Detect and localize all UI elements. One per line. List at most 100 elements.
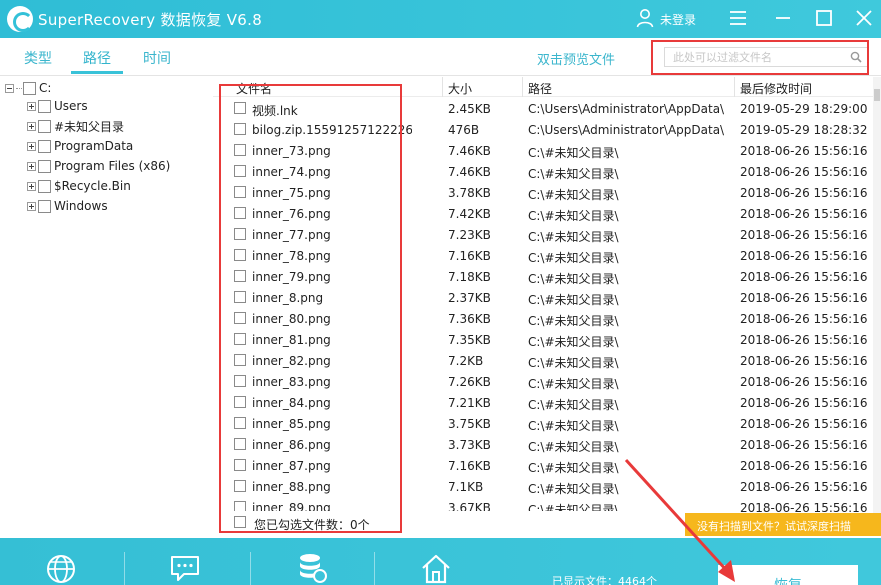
expand-icon[interactable] — [27, 181, 36, 191]
column-header-size[interactable]: 大小 — [448, 80, 472, 97]
table-row[interactable]: inner_82.png 7.2KB C:\#未知父目录\ 2018-06-26 15… — [213, 350, 873, 371]
table-row[interactable]: inner_88.png 7.1KB C:\#未知父目录\ 2018-06-26 15… — [213, 476, 873, 497]
file-path-cell: C:\#未知父目录\ — [528, 482, 619, 496]
table-row[interactable]: inner_76.png 7.42KB C:\#未知父目录\ 2018-06-26 1… — [213, 203, 873, 224]
row-checkbox[interactable] — [234, 333, 246, 345]
super-recovery-window: SuperRecovery 数据恢复 V6.8 未登录 类型 路径 时间 双击预… — [0, 0, 881, 585]
table-row[interactable]: inner_77.png 7.23KB C:\#未知父目录\ 2018-06-26 1… — [213, 224, 873, 245]
globe-icon[interactable] — [45, 552, 77, 584]
chat-icon[interactable] — [169, 552, 201, 584]
row-checkbox[interactable] — [234, 396, 246, 408]
column-separator[interactable] — [522, 77, 523, 97]
file-name-cell: inner_77.png — [252, 228, 331, 242]
column-header-name[interactable]: 文件名 — [236, 80, 272, 97]
modified-time-cell: 2018-06-26 15:56:16 — [740, 207, 868, 221]
expand-icon[interactable] — [27, 101, 36, 111]
checkbox[interactable] — [38, 159, 51, 173]
table-row[interactable]: inner_80.png 7.36KB C:\#未知父目录\ 2018-06-26 1… — [213, 308, 873, 329]
checkbox[interactable] — [38, 119, 51, 133]
tree-node-users[interactable]: Users — [27, 97, 88, 115]
tree-node-root[interactable]: C: — [5, 79, 51, 97]
database-icon[interactable] — [296, 552, 328, 584]
expand-icon[interactable] — [27, 161, 36, 171]
row-checkbox[interactable] — [234, 312, 246, 324]
row-checkbox[interactable] — [234, 123, 246, 135]
checkbox[interactable] — [38, 139, 51, 153]
row-checkbox[interactable] — [234, 144, 246, 156]
row-checkbox[interactable] — [234, 459, 246, 471]
login-status[interactable]: 未登录 — [660, 11, 696, 28]
recover-button[interactable]: 恢复 — [718, 565, 858, 585]
tree-node-unknown-parent[interactable]: #未知父目录 — [27, 117, 124, 135]
tree-node-windows[interactable]: Windows — [27, 197, 108, 215]
expand-icon[interactable] — [27, 121, 36, 131]
modified-time-cell: 2018-06-26 15:56:16 — [740, 144, 868, 158]
row-checkbox[interactable] — [234, 102, 246, 114]
file-path-cell: C:\Users\Administrator\AppData\ — [528, 123, 725, 137]
column-separator[interactable] — [734, 77, 735, 97]
table-row[interactable]: inner_79.png 7.18KB C:\#未知父目录\ 2018-06-26 1… — [213, 266, 873, 287]
table-row[interactable]: inner_87.png 7.16KB C:\#未知父目录\ 2018-06-26 1… — [213, 455, 873, 476]
column-header-path[interactable]: 路径 — [528, 80, 552, 97]
shown-file-count: 已显示文件：4464个 — [552, 575, 657, 585]
row-checkbox[interactable] — [234, 249, 246, 261]
home-icon[interactable] — [420, 552, 452, 584]
row-checkbox[interactable] — [234, 270, 246, 282]
minimize-icon[interactable] — [772, 7, 794, 29]
vertical-scrollbar[interactable] — [873, 77, 881, 532]
filter-search-box[interactable] — [664, 47, 868, 67]
user-icon[interactable] — [636, 8, 654, 28]
maximize-icon[interactable] — [813, 7, 835, 29]
table-row[interactable]: inner_83.png 7.26KB C:\#未知父目录\ 2018-06-26 1… — [213, 371, 873, 392]
table-row[interactable]: inner_86.png 3.73KB C:\#未知父目录\ 2018-06-26 1… — [213, 434, 873, 455]
checkbox[interactable] — [38, 179, 51, 193]
expand-icon[interactable] — [27, 141, 36, 151]
row-checkbox[interactable] — [234, 291, 246, 303]
table-row[interactable]: inner_78.png 7.16KB C:\#未知父目录\ 2018-06-26 1… — [213, 245, 873, 266]
close-icon[interactable] — [853, 7, 875, 29]
file-path-cell: C:\#未知父目录\ — [528, 272, 619, 286]
table-row[interactable]: inner_84.png 7.21KB C:\#未知父目录\ 2018-06-26 1… — [213, 392, 873, 413]
column-separator[interactable] — [442, 77, 443, 97]
row-checkbox[interactable] — [234, 165, 246, 177]
row-checkbox[interactable] — [234, 375, 246, 387]
tab-time[interactable]: 时间 — [143, 48, 171, 68]
modified-time-cell: 2018-06-26 15:56:16 — [740, 270, 868, 284]
file-size-cell: 7.46KB — [448, 144, 491, 158]
tree-node-program-files[interactable]: Program Files (x86) — [27, 157, 170, 175]
tab-type[interactable]: 类型 — [24, 48, 52, 68]
menu-icon[interactable] — [727, 7, 749, 29]
search-icon[interactable] — [850, 51, 862, 63]
row-checkbox[interactable] — [234, 354, 246, 366]
column-header-modified[interactable]: 最后修改时间 — [740, 80, 812, 97]
table-row[interactable]: inner_8.png 2.37KB C:\#未知父目录\ 2018-06-26 15… — [213, 287, 873, 308]
row-checkbox[interactable] — [234, 207, 246, 219]
table-row[interactable]: inner_85.png 3.75KB C:\#未知父目录\ 2018-06-26 1… — [213, 413, 873, 434]
table-row[interactable]: bilog.zip.155912571222266 476B C:\Users\Ad… — [213, 119, 873, 140]
checkbox[interactable] — [23, 81, 36, 95]
table-row[interactable]: inner_81.png 7.35KB C:\#未知父目录\ 2018-06-26 1… — [213, 329, 873, 350]
preview-hint[interactable]: 双击预览文件 — [537, 49, 615, 68]
table-row[interactable]: inner_73.png 7.46KB C:\#未知父目录\ 2018-06-26 1… — [213, 140, 873, 161]
filter-input[interactable] — [665, 48, 841, 66]
tree-node-recycle-bin[interactable]: $Recycle.Bin — [27, 177, 131, 195]
modified-time-cell: 2019-05-29 18:29:00 — [740, 102, 868, 116]
checkbox[interactable] — [38, 99, 51, 113]
table-row[interactable]: inner_75.png 3.78KB C:\#未知父目录\ 2018-06-26 1… — [213, 182, 873, 203]
checkbox[interactable] — [38, 199, 51, 213]
tab-path[interactable]: 路径 — [83, 48, 111, 68]
scrollbar-thumb[interactable] — [874, 89, 880, 101]
row-checkbox[interactable] — [234, 480, 246, 492]
row-checkbox[interactable] — [234, 417, 246, 429]
table-row[interactable]: inner_74.png 7.46KB C:\#未知父目录\ 2018-06-26 1… — [213, 161, 873, 182]
collapse-icon[interactable] — [5, 83, 14, 93]
expand-icon[interactable] — [27, 201, 36, 211]
row-checkbox[interactable] — [234, 438, 246, 450]
table-row[interactable]: 视频.lnk 2.45KB C:\Users\Administrator\AppDa… — [213, 98, 873, 119]
select-all-checkbox[interactable] — [234, 516, 246, 528]
row-checkbox[interactable] — [234, 228, 246, 240]
tree-node-programdata[interactable]: ProgramData — [27, 137, 133, 155]
row-checkbox[interactable] — [234, 186, 246, 198]
deep-scan-link[interactable]: 没有扫描到文件？试试深度扫描 — [685, 513, 881, 536]
file-size-cell: 7.21KB — [448, 396, 491, 410]
